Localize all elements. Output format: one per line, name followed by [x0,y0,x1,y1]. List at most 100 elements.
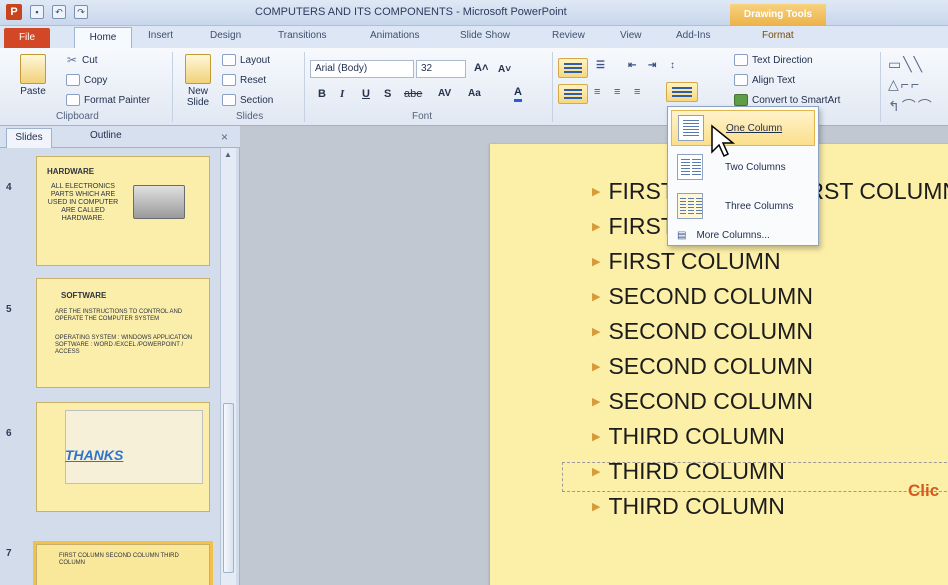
copy-icon [66,74,80,86]
cut-button[interactable]: ✂ Cut [66,54,98,66]
slide-thumbnail-6[interactable]: THANKS [36,402,210,512]
increase-indent-icon[interactable]: ⇥ [648,60,656,71]
redo-icon[interactable]: ↷ [74,5,88,19]
thumbnail-body-2: OPERATING SYSTEM : WINDOWS APPLICATION S… [55,335,193,355]
change-case-button[interactable]: Aa [468,88,481,99]
font-size-input[interactable]: 32 [416,60,466,78]
convert-smartart-label: Convert to SmartArt [752,94,841,106]
bullet-item[interactable]: ▶ SECOND COLUMN [592,353,813,380]
copy-button[interactable]: Copy [66,74,107,86]
format-painter-button[interactable]: Format Painter [66,94,150,106]
one-column-icon [678,115,704,141]
layout-icon [222,54,236,66]
tab-file[interactable]: File [4,28,50,48]
tab-design[interactable]: Design [210,30,241,41]
placeholder-hint[interactable]: Clic [908,481,939,501]
ribbon-tab-bar: File Home Insert Design Transitions Anim… [0,26,948,48]
reset-icon [222,74,236,86]
smartart-icon [734,94,748,106]
bullet-item[interactable]: ▶ SECOND COLUMN [592,318,813,345]
thumbnail-scrollbar[interactable]: ▲ [220,148,236,585]
shapes-gallery-row[interactable]: ↰⌒⌒ [888,96,934,116]
shadow-button[interactable]: S [384,88,391,100]
bullet-text: SECOND COLUMN [608,283,813,309]
slide-thumbnail-5[interactable]: SOFTWARE ARE THE INSTRUCTIONS TO CONTROL… [36,278,210,388]
font-name-input[interactable]: Arial (Body) [310,60,414,78]
shapes-gallery-row[interactable]: △⌐⌐ [888,76,921,93]
menu-item-two-columns[interactable]: Two Columns [671,149,815,185]
line-spacing-icon[interactable]: ↕ [670,60,675,71]
section-icon [222,94,236,106]
tab-animations[interactable]: Animations [370,30,419,41]
logo-icon: P [6,4,22,20]
two-columns-icon [677,154,703,180]
bullet-item[interactable]: ▶ FIRST COLUMN [592,248,781,275]
menu-item-label: Two Columns [725,161,786,173]
numbering-icon[interactable]: ☰ [596,60,605,71]
slides-pane: Slides Outline × 4 HARDWARE ALL ELECTRON… [0,126,240,585]
underline-button[interactable]: U [362,88,370,100]
bullet-arrow-icon: ▶ [592,361,601,373]
bullet-item[interactable]: ▶ SECOND COLUMN [592,388,813,415]
grow-font-button[interactable]: A˄ [474,62,488,74]
section-label: Section [240,94,274,106]
group-divider [304,52,305,122]
reset-label: Reset [240,74,267,86]
slide-thumbnail-7[interactable]: FIRST COLUMN SECOND COLUMN THIRD COLUMN [33,541,213,585]
paste-button[interactable]: Paste [20,54,46,97]
align-right-icon[interactable]: ≡ [614,86,620,98]
slide-thumbnail-4[interactable]: HARDWARE ALL ELECTRONICS PARTS WHICH ARE… [36,156,210,266]
thumbnail-body: ALL ELECTRONICS PARTS WHICH ARE USED IN … [47,183,119,222]
tab-slide-show[interactable]: Slide Show [460,30,510,41]
save-icon[interactable]: ▪ [30,5,44,19]
shapes-gallery[interactable]: ▭╲╲ [888,56,924,73]
window-title: COMPUTERS AND ITS COMPONENTS - Microsoft… [255,6,567,18]
columns-button[interactable] [666,82,698,102]
tab-add-ins[interactable]: Add-Ins [676,30,710,41]
tab-outline[interactable]: Outline [90,130,122,141]
new-slide-button[interactable]: New Slide [180,54,216,108]
tab-slides[interactable]: Slides [6,128,52,148]
bold-button[interactable]: B [318,88,326,100]
tab-review[interactable]: Review [552,30,585,41]
bullet-item[interactable]: ▶ THIRD COLUMN [592,423,785,450]
scrollbar-thumb[interactable] [223,403,234,573]
close-icon[interactable]: × [221,130,228,144]
center-icon[interactable]: ≡ [594,86,600,98]
tab-transitions[interactable]: Transitions [278,30,327,41]
tab-home[interactable]: Home [74,27,132,48]
menu-item-three-columns[interactable]: Three Columns [671,188,815,224]
undo-icon[interactable]: ↶ [52,5,66,19]
bullet-item[interactable]: ▶ THIRD COLUMN [592,493,785,520]
scroll-up-icon[interactable]: ▲ [224,150,232,159]
bullet-text: THIRD COLUMN [608,423,785,449]
menu-item-more-columns[interactable]: ▤ More Columns... [671,226,815,244]
tab-format[interactable]: Format [762,30,794,41]
bullet-item[interactable]: ▶ SECOND COLUMN [592,283,813,310]
columns-menu: One Column Two Columns Three Columns ▤ M… [667,106,819,246]
reset-button[interactable]: Reset [222,74,266,86]
text-direction-button[interactable]: Text Direction [734,54,813,66]
slides-group-label: Slides [236,111,264,122]
shrink-font-button[interactable]: A˅ [498,64,511,75]
justify-icon[interactable]: ≡ [634,86,640,98]
section-button[interactable]: Section [222,94,273,106]
decrease-indent-icon[interactable]: ⇤ [628,60,636,71]
font-group-label: Font [412,111,433,122]
menu-item-one-column[interactable]: One Column [671,110,815,146]
convert-smartart-button[interactable]: Convert to SmartArt [734,94,840,106]
align-text-icon [734,74,748,86]
align-text-button[interactable]: Align Text [734,74,795,86]
italic-button[interactable]: I [340,88,344,100]
tab-insert[interactable]: Insert [148,30,173,41]
layout-button[interactable]: Layout [222,54,270,66]
font-color-button[interactable]: A [514,86,522,102]
char-spacing-button[interactable]: AV [438,88,451,99]
cut-label: Cut [82,54,98,66]
bullet-text: SECOND COLUMN [608,388,813,414]
text-placeholder-border[interactable] [562,462,948,492]
bullets-button[interactable] [558,58,588,78]
strikethrough-button[interactable]: abe [404,88,422,100]
align-left-button[interactable] [558,84,588,104]
tab-view[interactable]: View [620,30,642,41]
